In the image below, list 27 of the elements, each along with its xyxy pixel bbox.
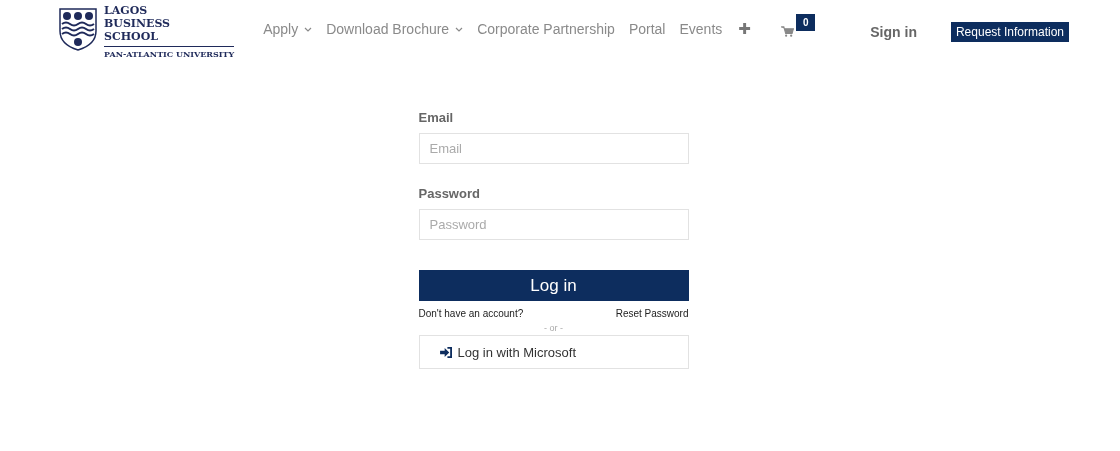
- logo-text: BUSINESS: [104, 17, 172, 30]
- email-label: Email: [418, 110, 455, 125]
- email-field[interactable]: Email: [418, 133, 689, 164]
- logo-text: SCHOOL: [104, 30, 159, 43]
- microsoft-login-button[interactable]: Log in with Microsoft: [418, 335, 689, 369]
- cart-count-badge: 0: [795, 13, 816, 31]
- caret-icon: [304, 26, 313, 32]
- cart-icon[interactable]: [780, 25, 794, 37]
- reset-password-link[interactable]: Reset Password: [615, 308, 689, 319]
- nav-link[interactable]: Events: [679, 21, 723, 37]
- nav-link[interactable]: Portal: [628, 21, 666, 37]
- login-button[interactable]: Log in: [418, 270, 689, 301]
- logo-text: LAGOS: [104, 4, 149, 17]
- more-button[interactable]: ✚: [738, 20, 751, 38]
- separator-text: - or -: [544, 323, 563, 333]
- signup-link[interactable]: Don't have an account?: [418, 308, 524, 319]
- logo-subtitle: PAN-ATLANTIC UNIVERSITY: [104, 46, 235, 59]
- nav-link[interactable]: Corporate Partnership: [477, 21, 615, 37]
- shield-logo-icon: [58, 7, 98, 51]
- request-information-button[interactable]: Request Information: [950, 22, 1069, 42]
- password-label: Password: [418, 186, 481, 201]
- sign-in-icon: [439, 346, 453, 358]
- caret-icon: [455, 26, 464, 32]
- nav-link[interactable]: Apply: [263, 21, 313, 37]
- nav-link[interactable]: Download Brochure: [326, 21, 464, 37]
- password-field[interactable]: Password: [418, 209, 689, 240]
- sign-in-link[interactable]: Sign in: [870, 24, 917, 40]
